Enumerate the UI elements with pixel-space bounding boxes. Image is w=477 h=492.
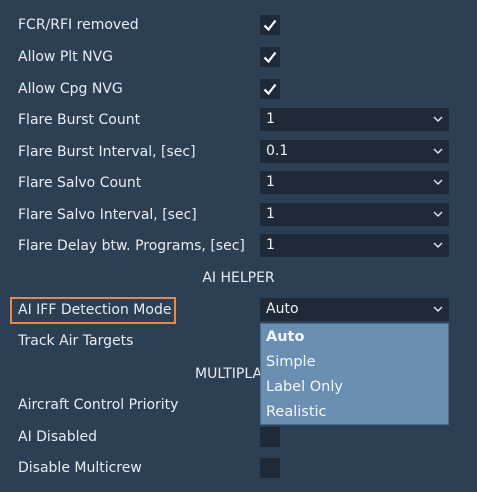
setting-label: Track Air Targets [18, 333, 134, 349]
setting-label: Flare Burst Interval, [sec] [18, 144, 196, 160]
setting-row-fcr-rfi-removed: FCR/RFI removed [0, 12, 477, 38]
setting-row-flare-salvo-count: Flare Salvo Count 1 [0, 170, 477, 196]
fcr-rfi-removed-checkbox[interactable] [260, 15, 280, 35]
flare-burst-count-select[interactable]: 1 [260, 108, 449, 131]
select-value: 1 [266, 111, 275, 127]
ai-helper-section-title: AI HELPER [202, 270, 275, 286]
select-value: 1 [266, 206, 275, 222]
chevron-down-icon [433, 306, 443, 312]
chevron-down-icon [433, 242, 443, 248]
flare-delay-select[interactable]: 1 [260, 234, 449, 257]
setting-label: FCR/RFI removed [18, 17, 139, 33]
allow-cpg-nvg-checkbox[interactable] [260, 79, 280, 99]
select-value: 1 [266, 174, 275, 190]
setting-row-ai-disabled: AI Disabled [0, 424, 477, 450]
setting-label: Allow Cpg NVG [18, 81, 123, 97]
setting-row-disable-multicrew: Disable Multicrew [0, 455, 477, 481]
select-value: 1 [266, 237, 275, 253]
checkmark-icon [263, 51, 277, 64]
highlight-frame [10, 297, 176, 324]
iff-mode-dropdown-list: Auto Simple Label Only Realistic [260, 323, 449, 425]
setting-label: AI Disabled [18, 429, 97, 445]
ai-disabled-checkbox[interactable] [260, 427, 280, 447]
setting-row-allow-cpg-nvg: Allow Cpg NVG [0, 76, 477, 102]
select-value: 0.1 [266, 143, 289, 159]
setting-row-flare-burst-interval: Flare Burst Interval, [sec] 0.1 [0, 139, 477, 165]
setting-label: Flare Burst Count [18, 112, 141, 128]
dropdown-option-simple[interactable]: Simple [261, 350, 448, 375]
setting-label: Allow Plt NVG [18, 49, 113, 65]
dropdown-option-realistic[interactable]: Realistic [261, 400, 448, 425]
setting-label: Flare Salvo Interval, [sec] [18, 207, 197, 223]
flare-salvo-count-select[interactable]: 1 [260, 171, 449, 194]
setting-label: Aircraft Control Priority [18, 397, 179, 413]
checkmark-icon [263, 19, 277, 32]
ai-iff-detection-mode-select[interactable]: Auto [260, 298, 449, 321]
disable-multicrew-checkbox[interactable] [260, 458, 280, 478]
setting-row-flare-delay-btw-programs: Flare Delay btw. Programs, [sec] 1 [0, 233, 477, 259]
special-options-panel: FCR/RFI removed Allow Plt NVG Allow Cpg … [0, 0, 477, 492]
chevron-down-icon [433, 211, 443, 217]
setting-row-allow-plt-nvg: Allow Plt NVG [0, 44, 477, 70]
chevron-down-icon [433, 148, 443, 154]
setting-label: Flare Delay btw. Programs, [sec] [18, 238, 245, 254]
setting-row-flare-salvo-interval: Flare Salvo Interval, [sec] 1 [0, 202, 477, 228]
dropdown-option-label-only[interactable]: Label Only [261, 375, 448, 400]
setting-label: Disable Multicrew [18, 460, 142, 476]
chevron-down-icon [433, 179, 443, 185]
flare-salvo-interval-select[interactable]: 1 [260, 203, 449, 226]
allow-plt-nvg-checkbox[interactable] [260, 47, 280, 67]
chevron-down-icon [433, 116, 443, 122]
flare-burst-interval-select[interactable]: 0.1 [260, 140, 449, 163]
select-value: Auto [266, 301, 299, 317]
setting-row-flare-burst-count: Flare Burst Count 1 [0, 107, 477, 133]
setting-label: Flare Salvo Count [18, 175, 142, 191]
checkmark-icon [263, 83, 277, 96]
dropdown-option-auto[interactable]: Auto [261, 325, 448, 350]
